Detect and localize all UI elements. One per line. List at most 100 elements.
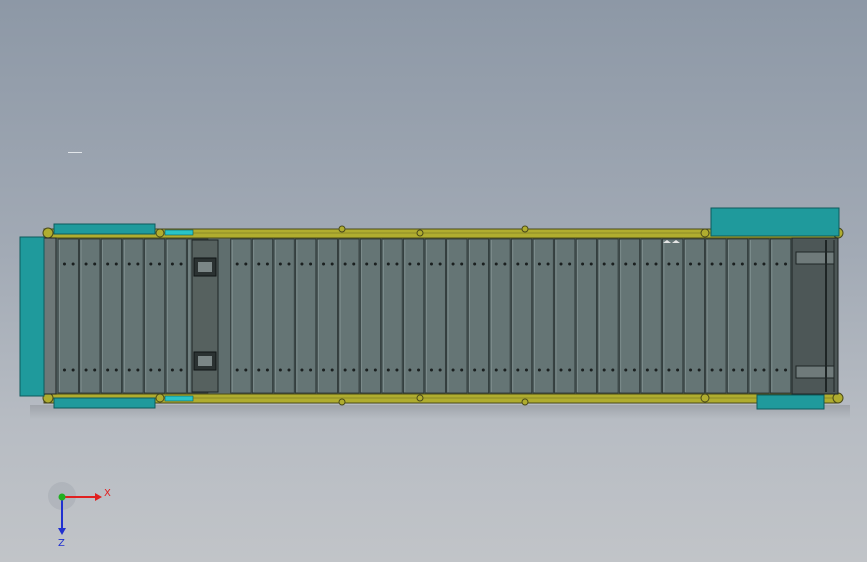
slat-bolt <box>127 262 131 266</box>
conveyor-slat <box>338 238 360 394</box>
slat-bolt <box>697 368 701 372</box>
slat-bolt <box>710 262 714 266</box>
slat-bolt <box>481 262 485 266</box>
slat-bolt <box>654 262 658 266</box>
conveyor-slat <box>403 238 425 394</box>
slat-bolt <box>451 368 455 372</box>
slat-bolt <box>244 368 248 372</box>
slat-bolt <box>408 368 412 372</box>
bottom-sensor <box>164 395 194 402</box>
conveyor-slat <box>316 238 338 394</box>
slat-bolt <box>114 262 118 266</box>
top-left-guard <box>53 223 156 235</box>
conveyor-slat <box>597 238 619 394</box>
slat-bolt <box>62 262 66 266</box>
slat-bolt <box>676 368 680 372</box>
slat-bolt <box>697 262 701 266</box>
slat-bolt <box>170 368 174 372</box>
conveyor-top-view[interactable]: X Z <box>0 0 867 562</box>
slat-bolt <box>149 262 153 266</box>
slat-bolt <box>300 368 304 372</box>
slat-bolt <box>732 262 736 266</box>
rail-knob <box>700 393 710 403</box>
conveyor-slat <box>510 238 533 394</box>
z-axis-label: Z <box>58 538 65 549</box>
slat-bolt <box>71 368 75 372</box>
slat-bolt <box>265 368 269 372</box>
conveyor-slat <box>467 238 489 394</box>
slat-bolt <box>244 262 248 266</box>
slat-bolt <box>611 368 615 372</box>
conveyor-slat <box>554 238 576 394</box>
slat-bolt <box>149 368 153 372</box>
slat-bolt <box>386 368 390 372</box>
slat-bolt <box>136 368 140 372</box>
rail-knob <box>521 225 529 233</box>
slat-bolt <box>179 368 183 372</box>
z-axis-arrow-icon <box>58 528 66 535</box>
left-end-guard <box>19 236 45 397</box>
slat-bolt <box>170 262 174 266</box>
slat-bolt <box>494 262 498 266</box>
slat-bolt <box>494 368 498 372</box>
slat-bolt <box>516 262 520 266</box>
conveyor-slat <box>683 238 705 394</box>
rail-knob <box>338 398 346 406</box>
slat-bolt <box>762 262 766 266</box>
slat-bolt <box>624 262 628 266</box>
slat-bolt <box>330 262 334 266</box>
conveyor-slat <box>295 238 317 394</box>
slat-bolt <box>460 262 464 266</box>
slat-bolt <box>417 262 421 266</box>
slat-bolt <box>740 368 744 372</box>
x-axis-arrow-icon <box>95 493 102 501</box>
rail-knob <box>416 229 424 237</box>
slat-bolt <box>645 368 649 372</box>
slat-bolt <box>265 262 269 266</box>
slat-bolt <box>676 262 680 266</box>
slat-bolt <box>568 368 572 372</box>
cad-viewport[interactable]: X Z <box>0 0 867 562</box>
slat-bolt <box>429 368 433 372</box>
slat-bolt <box>408 262 412 266</box>
slat-bolt <box>710 368 714 372</box>
slat-bolt <box>373 368 377 372</box>
left-end-plate <box>43 237 57 395</box>
slat-bolt <box>106 368 110 372</box>
conveyor-slat <box>143 238 166 394</box>
slat-bolt <box>93 368 97 372</box>
slat-bolt <box>581 368 585 372</box>
slat-bolt <box>278 262 282 266</box>
tensioner-plate <box>198 356 212 366</box>
conveyor-slat <box>359 238 382 394</box>
slat-bolt <box>775 262 779 266</box>
slat-bolt <box>516 368 520 372</box>
conveyor-slat <box>381 238 403 394</box>
motor-cover <box>710 207 840 237</box>
slat-bolt <box>438 262 442 266</box>
slat-bolt <box>93 262 97 266</box>
slat-bolt <box>257 368 261 372</box>
slat-bolt <box>473 368 477 372</box>
slat-bolt <box>568 262 572 266</box>
slat-bolt <box>157 368 161 372</box>
slat-bolt <box>322 262 326 266</box>
slat-bolt <box>287 262 291 266</box>
conveyor-slat <box>662 238 684 394</box>
slat-bolt <box>719 368 723 372</box>
slat-bolt <box>352 262 356 266</box>
slat-bolt <box>309 368 313 372</box>
slat-bolt <box>632 262 636 266</box>
slat-bolt <box>300 262 304 266</box>
tensioner-plate <box>198 262 212 272</box>
slat-bolt <box>365 368 369 372</box>
slat-bolt <box>667 262 671 266</box>
slat-bolt <box>330 368 334 372</box>
slat-bolt <box>503 368 507 372</box>
slat-bolt <box>784 368 788 372</box>
slat-bolt <box>395 368 399 372</box>
slat-bolt <box>645 262 649 266</box>
slat-bolt <box>740 262 744 266</box>
slat-bolt <box>429 262 433 266</box>
conveyor-slat <box>618 238 641 394</box>
